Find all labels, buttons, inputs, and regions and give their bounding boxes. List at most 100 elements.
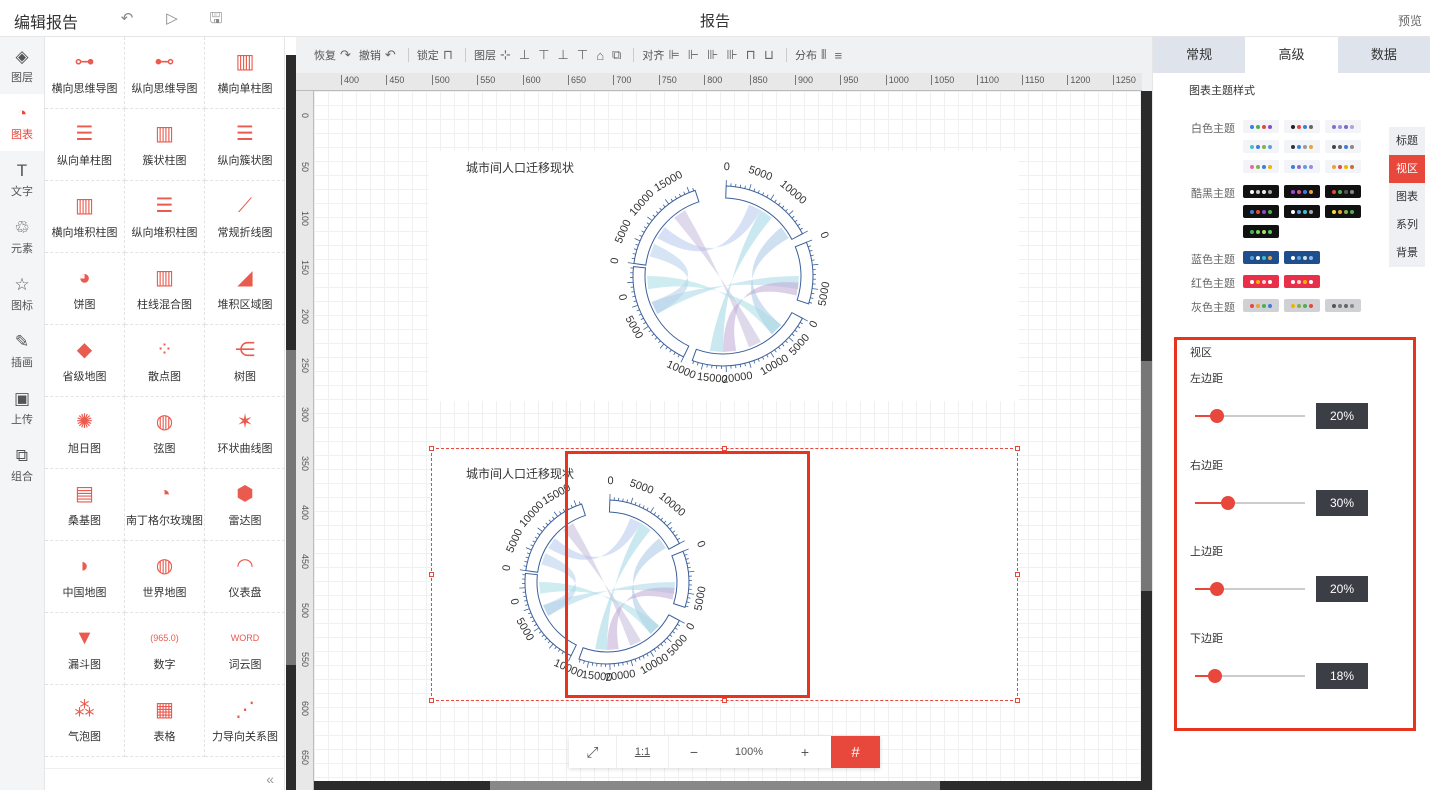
theme-swatch[interactable]	[1243, 251, 1279, 264]
align-center-h-icon[interactable]: ⊩	[688, 47, 699, 63]
theme-swatch[interactable]	[1284, 251, 1320, 264]
resize-handle[interactable]	[1015, 572, 1020, 577]
lock-icon[interactable]: ⊓	[443, 47, 453, 63]
nav-item-6[interactable]: ▣ 上传	[0, 379, 44, 436]
theme-swatch[interactable]	[1284, 160, 1320, 173]
send-bottom-icon[interactable]: ⊤	[577, 47, 588, 63]
palette-item[interactable]: ▥ 簇状柱图	[125, 109, 205, 181]
theme-swatch[interactable]	[1325, 140, 1361, 153]
play-icon[interactable]: ▷	[163, 10, 181, 28]
palette-item[interactable]: ✶ 环状曲线图	[205, 397, 284, 469]
align-top-icon[interactable]: ⊓	[746, 47, 756, 63]
nav-item-7[interactable]: ⧉ 组合	[0, 436, 44, 493]
undo-icon[interactable]: ↶	[385, 47, 396, 63]
nav-item-0[interactable]: ◈ 图层	[0, 37, 44, 94]
actual-size-button[interactable]: 1:1	[617, 736, 669, 768]
preview-button[interactable]: 预览	[1398, 12, 1422, 29]
nav-item-3[interactable]: ♲ 元素	[0, 208, 44, 265]
theme-swatch[interactable]	[1243, 225, 1279, 238]
palette-item[interactable]: (965.0) 数字	[125, 613, 205, 685]
palette-item[interactable]: ⊷ 纵向思维导图	[125, 37, 205, 109]
collapse-panel-icon[interactable]: «	[45, 768, 284, 790]
theme-swatch[interactable]	[1243, 120, 1279, 133]
resize-handle[interactable]	[429, 572, 434, 577]
palette-item[interactable]: ▤ 桑基图	[45, 469, 125, 541]
slider-knob[interactable]	[1210, 582, 1224, 596]
theme-swatch[interactable]	[1243, 140, 1279, 153]
send-down-icon[interactable]: ⊥	[558, 47, 569, 63]
palette-item[interactable]: ◠ 仪表盘	[205, 541, 284, 613]
bring-top-icon[interactable]: ⊤	[538, 47, 549, 63]
margin-slider[interactable]	[1195, 582, 1305, 596]
palette-item[interactable]: ◍ 世界地图	[125, 541, 205, 613]
tab-1[interactable]: 高级	[1245, 37, 1338, 73]
theme-swatch[interactable]	[1243, 205, 1279, 218]
palette-item[interactable]: ☰ 纵向簇状图	[205, 109, 284, 181]
lock-button[interactable]: 锁定	[417, 47, 439, 63]
theme-swatch[interactable]	[1325, 120, 1361, 133]
theme-swatch[interactable]	[1284, 299, 1320, 312]
distribute-button[interactable]: 分布	[795, 47, 817, 63]
align-left-icon[interactable]: ⊫	[668, 47, 679, 63]
palette-item[interactable]: ▥ 横向单柱图	[205, 37, 284, 109]
layer-group-icon[interactable]: ⊹	[500, 47, 511, 63]
theme-swatch[interactable]	[1284, 205, 1320, 218]
save-icon[interactable]: 🖫	[207, 10, 225, 28]
palette-item[interactable]: ◍ 弦图	[125, 397, 205, 469]
margin-value[interactable]: 20%	[1316, 576, 1368, 602]
align-right-icon[interactable]: ⊪	[707, 47, 718, 63]
chord-chart-1[interactable]: 城市间人口迁移现状 15000 10000 5000 0 0 5000 10000 0 5000…	[429, 151, 1019, 401]
palette-item[interactable]: ◆ 省级地图	[45, 325, 125, 397]
back-icon[interactable]: ↶	[118, 10, 136, 28]
fit-screen-icon[interactable]: ⤢	[569, 736, 617, 768]
palette-scrollbar[interactable]	[286, 55, 296, 790]
tab-0[interactable]: 常规	[1153, 37, 1245, 73]
delete-icon[interactable]: ⌂	[596, 48, 604, 63]
palette-item[interactable]: ⁘ 散点图	[125, 325, 205, 397]
nav-item-4[interactable]: ☆ 图标	[0, 265, 44, 322]
nav-item-5[interactable]: ✎ 插画	[0, 322, 44, 379]
resize-handle[interactable]	[1015, 698, 1020, 703]
zoom-out-button[interactable]: −	[669, 736, 719, 768]
theme-swatch[interactable]	[1243, 185, 1279, 198]
align-button[interactable]: 对齐	[642, 47, 664, 63]
resize-handle[interactable]	[429, 446, 434, 451]
palette-item[interactable]: ◕ 饼图	[45, 253, 125, 325]
distribute-v-icon[interactable]: ≡	[834, 48, 842, 63]
palette-item[interactable]: ⋰ 力导向关系图	[205, 685, 284, 757]
theme-swatch[interactable]	[1325, 160, 1361, 173]
palette-item[interactable]: ⊶ 横向思维导图	[45, 37, 125, 109]
margin-slider[interactable]	[1195, 668, 1305, 683]
margin-value[interactable]: 20%	[1316, 403, 1368, 429]
grid-toggle-icon[interactable]: #	[831, 736, 880, 768]
resize-handle[interactable]	[722, 698, 727, 703]
nav-item-2[interactable]: T 文字	[0, 151, 44, 208]
palette-item[interactable]: ✺ 旭日图	[45, 397, 125, 469]
margin-value[interactable]: 18%	[1316, 662, 1368, 689]
side-tab-3[interactable]: 系列	[1389, 211, 1425, 239]
margin-value[interactable]: 30%	[1316, 489, 1368, 516]
palette-item[interactable]: ▦ 表格	[125, 685, 205, 757]
palette-item[interactable]: ▥ 横向堆积柱图	[45, 181, 125, 253]
palette-item[interactable]: ⟋ 常规折线图	[205, 181, 284, 253]
side-tab-2[interactable]: 图表	[1389, 183, 1425, 211]
palette-item[interactable]: ⋲ 树图	[205, 325, 284, 397]
palette-item[interactable]: ▥ 柱线混合图	[125, 253, 205, 325]
palette-item[interactable]: ◗ 中国地图	[45, 541, 125, 613]
theme-swatch[interactable]	[1243, 160, 1279, 173]
theme-swatch[interactable]	[1325, 205, 1361, 218]
side-tab-1[interactable]: 视区	[1389, 155, 1425, 183]
bring-up-icon[interactable]: ⊥	[519, 47, 530, 63]
side-tab-0[interactable]: 标题	[1389, 127, 1425, 155]
theme-swatch[interactable]	[1284, 120, 1320, 133]
margin-slider[interactable]	[1195, 409, 1305, 423]
theme-swatch[interactable]	[1284, 185, 1320, 198]
resize-handle[interactable]	[429, 698, 434, 703]
align-bottom-icon[interactable]: ⊔	[764, 47, 774, 63]
slider-knob[interactable]	[1210, 409, 1224, 423]
nav-item-1[interactable]: ◔ 图表	[0, 94, 44, 151]
distribute-h-icon[interactable]: ⫴	[821, 47, 826, 63]
tab-2[interactable]: 数据	[1338, 37, 1430, 73]
palette-item[interactable]: ◢ 堆积区域图	[205, 253, 284, 325]
layer-button[interactable]: 图层	[474, 47, 496, 63]
